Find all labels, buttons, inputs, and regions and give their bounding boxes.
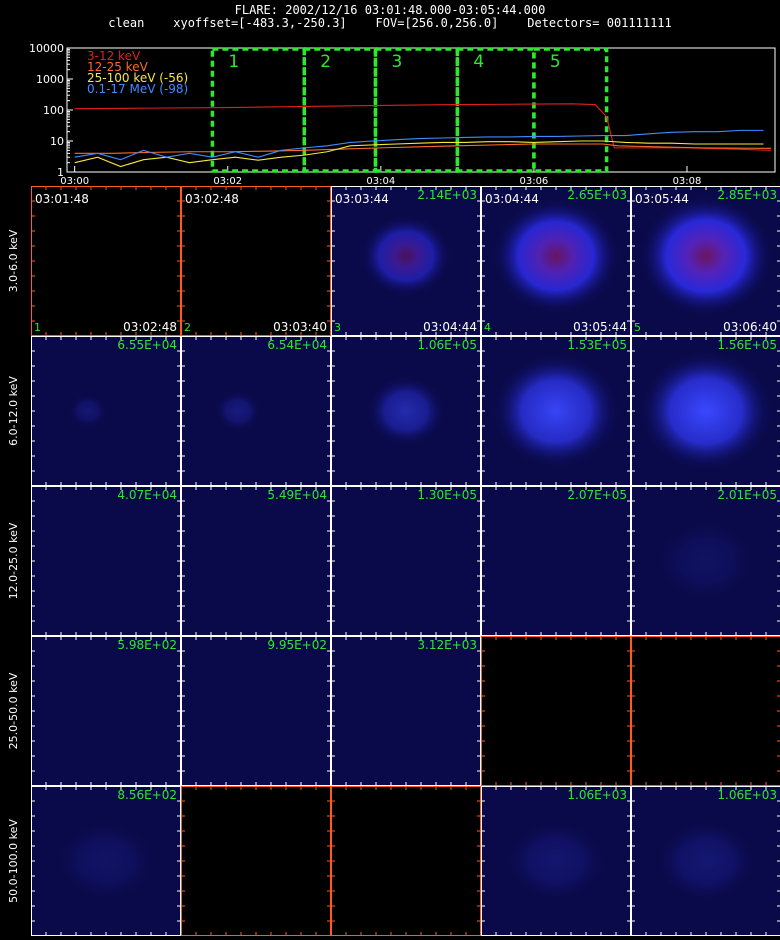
start-time-label: 03:04:44 xyxy=(485,192,539,206)
max-value-label: 5.98E+02 xyxy=(117,638,177,652)
source-emission xyxy=(656,821,756,901)
plot-frame xyxy=(66,47,776,173)
interval-box xyxy=(532,47,609,173)
y-tick-label: 1000 xyxy=(36,73,64,86)
max-value-label: 1.06E+03 xyxy=(567,788,627,802)
series-line xyxy=(74,140,764,168)
start-time-label: 03:01:48 xyxy=(35,192,89,206)
source-emission xyxy=(367,376,445,446)
energy-band-label: 50.0-100.0 keV xyxy=(7,819,20,903)
series-line xyxy=(74,129,764,161)
energy-band-label: 12.0-25.0 keV xyxy=(7,522,20,599)
lightcurve-plot: 10000100010010103:00 03:02 03:04 03:06 03:08… xyxy=(29,42,776,187)
interval-label: 1 xyxy=(228,52,239,72)
image-panel xyxy=(331,786,481,936)
series-line xyxy=(74,143,772,154)
legend-entry: 0.1-17 MeV (-98) xyxy=(87,82,188,96)
y-tick-label: 10 xyxy=(50,135,64,148)
max-value-label: 2.65E+03 xyxy=(567,188,627,202)
interval-box xyxy=(373,47,460,173)
image-panel xyxy=(31,636,181,786)
max-value-label: 1.30E+05 xyxy=(417,488,477,502)
max-value-label: 3.12E+03 xyxy=(417,638,477,652)
source-emission xyxy=(215,391,261,431)
max-value-label: 1.06E+05 xyxy=(417,338,477,352)
max-value-label: 2.14E+03 xyxy=(417,188,477,202)
image-panel xyxy=(181,486,331,636)
end-time-label: 03:04:44 xyxy=(423,320,477,334)
max-value-label: 6.54E+04 xyxy=(267,338,327,352)
max-value-label: 6.55E+04 xyxy=(117,338,177,352)
interval-box xyxy=(210,47,307,173)
image-panel xyxy=(181,786,331,936)
max-value-label: 4.07E+04 xyxy=(117,488,177,502)
panel-number: 3 xyxy=(334,321,341,334)
interval-label: 3 xyxy=(391,52,402,72)
max-value-label: 2.85E+03 xyxy=(717,188,777,202)
source-emission xyxy=(640,351,772,471)
image-panel xyxy=(481,486,631,636)
image-panel xyxy=(31,486,181,636)
panel-number: 1 xyxy=(34,321,41,334)
energy-band-label: 6.0-12.0 keV xyxy=(7,376,20,446)
max-value-label: 5.49E+04 xyxy=(267,488,327,502)
energy-band-label: 3.0-6.0 keV xyxy=(7,229,20,292)
y-tick-label: 100 xyxy=(43,104,64,117)
panel-number: 4 xyxy=(484,321,491,334)
image-panel xyxy=(181,636,331,786)
max-value-label: 1.56E+05 xyxy=(717,338,777,352)
max-value-label: 1.06E+03 xyxy=(717,788,777,802)
source-emission xyxy=(56,821,156,901)
panel-number: 2 xyxy=(184,321,191,334)
image-panel xyxy=(181,186,331,336)
panel-number: 5 xyxy=(634,321,641,334)
end-time-label: 03:02:48 xyxy=(123,320,177,334)
end-time-label: 03:06:40 xyxy=(723,320,777,334)
start-time-label: 03:05:44 xyxy=(635,192,689,206)
interval-box xyxy=(302,47,378,173)
source-emission xyxy=(506,821,606,901)
source-emission xyxy=(656,521,756,601)
image-panel xyxy=(331,486,481,636)
source-emission xyxy=(640,196,772,316)
source-emission xyxy=(361,215,451,297)
interval-box xyxy=(455,47,536,173)
energy-band-label: 25.0-50.0 keV xyxy=(7,672,20,749)
y-tick-label: 10000 xyxy=(29,42,64,55)
source-emission xyxy=(68,394,108,428)
interval-label: 2 xyxy=(320,52,331,72)
source-emission xyxy=(493,199,619,313)
end-time-label: 03:05:44 xyxy=(573,320,627,334)
max-value-label: 2.01E+05 xyxy=(717,488,777,502)
max-value-label: 9.95E+02 xyxy=(267,638,327,652)
end-time-label: 03:03:40 xyxy=(273,320,327,334)
max-value-label: 8.56E+02 xyxy=(117,788,177,802)
image-panel xyxy=(481,636,631,786)
interval-label: 4 xyxy=(473,52,484,72)
imaging-parameters: clean xyoffset=[-483.3,-250.3] FOV=[256.… xyxy=(108,16,672,30)
image-panel xyxy=(31,186,181,336)
interval-label: 5 xyxy=(550,52,561,72)
source-emission xyxy=(493,354,619,468)
image-panel xyxy=(631,636,780,786)
max-value-label: 2.07E+05 xyxy=(567,488,627,502)
max-value-label: 1.53E+05 xyxy=(567,338,627,352)
image-grid: 3.0-6.0 keV 03:01:48 03:02:48 1 03:02:48 03:0… xyxy=(7,186,780,936)
start-time-label: 03:02:48 xyxy=(185,192,239,206)
image-panel xyxy=(331,636,481,786)
start-time-label: 03:03:44 xyxy=(335,192,389,206)
